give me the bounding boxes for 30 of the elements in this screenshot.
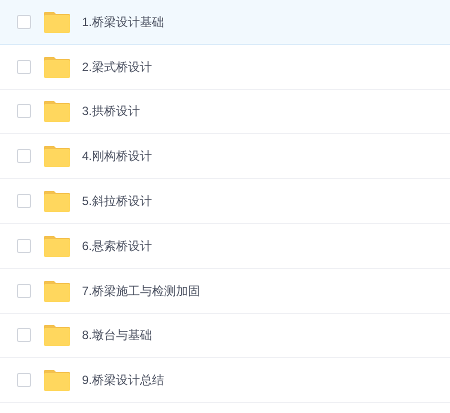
file-row[interactable]: 1.桥梁设计基础 (0, 0, 450, 45)
file-name[interactable]: 1.桥梁设计基础 (82, 12, 164, 31)
file-name[interactable]: 2.梁式桥设计 (82, 58, 152, 76)
checkbox[interactable] (17, 60, 31, 74)
folder-icon (44, 280, 70, 302)
file-name[interactable]: 4.刚构桥设计 (82, 147, 152, 166)
file-name[interactable]: 8.墩台与基础 (82, 326, 152, 344)
checkbox[interactable] (17, 149, 31, 164)
file-name[interactable]: 6.悬索桥设计 (82, 236, 152, 255)
checkbox[interactable] (17, 194, 31, 208)
file-row[interactable]: 8.墩台与基础 (0, 314, 450, 358)
folder-icon (44, 190, 70, 212)
checkbox[interactable] (17, 328, 31, 342)
folder-icon (44, 145, 70, 168)
folder-icon (44, 100, 70, 122)
folder-icon (44, 10, 70, 33)
folder-icon (44, 369, 70, 392)
file-name[interactable]: 3.拱桥设计 (82, 102, 140, 120)
file-name[interactable]: 9.桥梁设计总结 (82, 371, 164, 390)
folder-icon (44, 324, 70, 346)
checkbox[interactable] (17, 238, 31, 253)
file-name[interactable]: 5.斜拉桥设计 (82, 192, 152, 210)
checkbox[interactable] (17, 284, 31, 298)
checkbox[interactable] (17, 373, 31, 388)
checkbox[interactable] (17, 14, 31, 29)
folder-icon (44, 56, 70, 78)
file-name[interactable]: 7.桥梁施工与检测加固 (82, 282, 200, 300)
file-row[interactable]: 3.拱桥设计 (0, 90, 450, 134)
checkbox[interactable] (17, 104, 31, 118)
folder-icon (44, 234, 70, 257)
